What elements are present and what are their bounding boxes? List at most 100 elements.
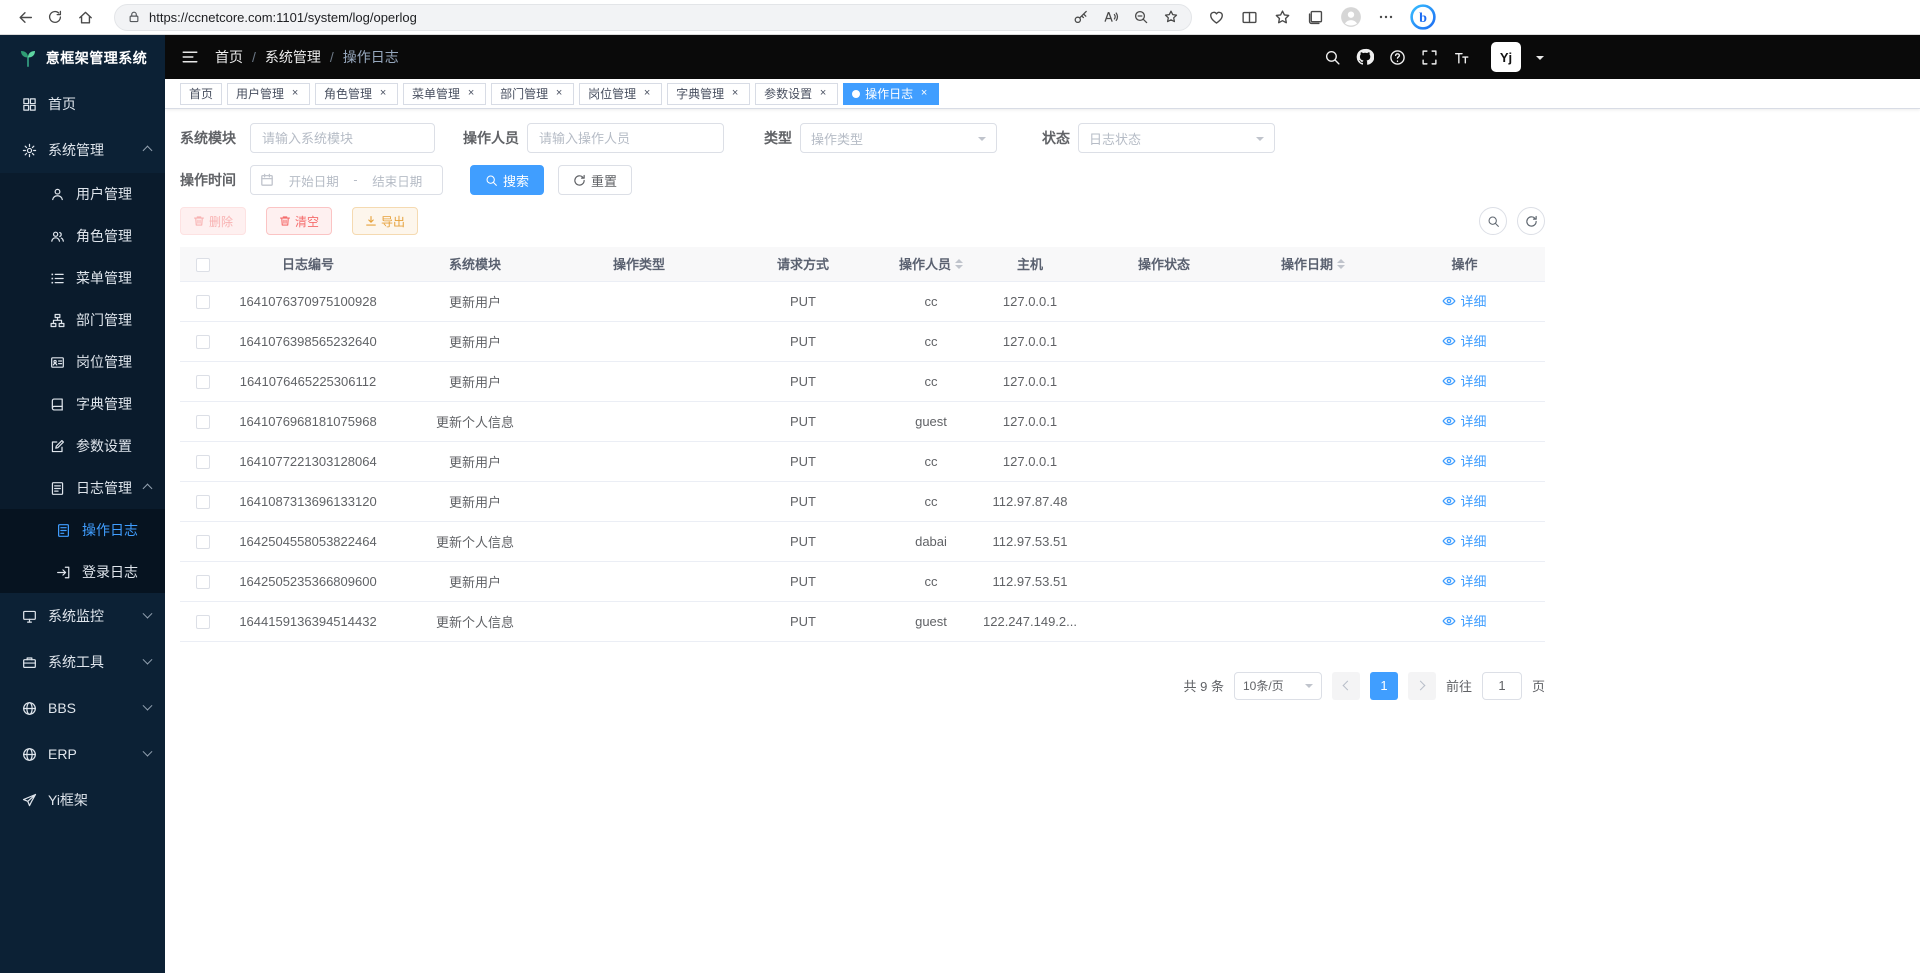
bing-discover-icon[interactable]: b: [1410, 4, 1436, 30]
settings-more-icon[interactable]: [1378, 9, 1394, 25]
row-checkbox[interactable]: [196, 335, 210, 349]
browser-essentials-icon[interactable]: [1208, 9, 1225, 26]
goto-page-input[interactable]: [1482, 672, 1522, 700]
breadcrumb-home[interactable]: 首页: [215, 47, 243, 67]
font-size-icon[interactable]: [1453, 49, 1470, 66]
close-icon[interactable]: [553, 88, 565, 100]
profile-avatar[interactable]: [1340, 6, 1362, 28]
sidebar-item-dept-mgmt[interactable]: 部门管理: [0, 299, 165, 341]
github-icon[interactable]: [1356, 48, 1374, 66]
breadcrumb-system-mgmt[interactable]: 系统管理: [265, 47, 321, 67]
tab-param-settings[interactable]: 参数设置: [755, 83, 838, 105]
close-icon[interactable]: [918, 88, 930, 100]
detail-link[interactable]: 详细: [1442, 491, 1486, 510]
close-icon[interactable]: [641, 88, 653, 100]
add-favorite-star-icon[interactable]: [1163, 9, 1179, 25]
sidebar-item-dict-mgmt[interactable]: 字典管理: [0, 383, 165, 425]
date-range-picker[interactable]: 开始日期 - 结束日期: [250, 165, 443, 195]
row-checkbox[interactable]: [196, 415, 210, 429]
fullscreen-icon[interactable]: [1421, 49, 1438, 66]
header-search-icon[interactable]: [1324, 49, 1341, 66]
close-icon[interactable]: [817, 88, 829, 100]
sidebar-item-home[interactable]: 首页: [0, 81, 165, 127]
row-checkbox[interactable]: [196, 535, 210, 549]
saved-password-key-icon[interactable]: [1073, 9, 1089, 25]
sidebar-item-operation-log[interactable]: 操作日志: [0, 509, 165, 551]
sidebar-item-erp[interactable]: ERP: [0, 731, 165, 777]
toggle-search-icon[interactable]: [1479, 207, 1507, 235]
sidebar-item-login-log[interactable]: 登录日志: [0, 551, 165, 593]
browser-back-icon[interactable]: [10, 3, 40, 31]
sidebar-item-post-mgmt[interactable]: 岗位管理: [0, 341, 165, 383]
col-operator[interactable]: 操作人员: [888, 247, 974, 281]
type-select[interactable]: 操作类型: [800, 123, 997, 153]
close-icon[interactable]: [729, 88, 741, 100]
sidebar-item-role-mgmt[interactable]: 角色管理: [0, 215, 165, 257]
select-all-checkbox[interactable]: [196, 258, 210, 272]
detail-link[interactable]: 详细: [1442, 531, 1486, 550]
zoom-out-icon[interactable]: [1133, 9, 1149, 25]
close-icon[interactable]: [289, 88, 301, 100]
collections-icon[interactable]: [1307, 9, 1324, 26]
detail-link[interactable]: 详细: [1442, 291, 1486, 310]
page-size-select[interactable]: 10条/页: [1234, 672, 1322, 700]
detail-link[interactable]: 详细: [1442, 571, 1486, 590]
detail-link[interactable]: 详细: [1442, 371, 1486, 390]
sidebar-item-log-mgmt[interactable]: 日志管理: [0, 467, 165, 509]
search-button[interactable]: 搜索: [470, 165, 544, 195]
tab-post-mgmt[interactable]: 岗位管理: [579, 83, 662, 105]
sort-carets-icon[interactable]: [1337, 255, 1345, 273]
detail-link[interactable]: 详细: [1442, 611, 1486, 630]
sidebar-item-system-tools[interactable]: 系统工具: [0, 639, 165, 685]
col-date[interactable]: 操作日期: [1242, 247, 1384, 281]
hamburger-icon[interactable]: [181, 48, 199, 66]
detail-link[interactable]: 详细: [1442, 451, 1486, 470]
tab-home[interactable]: 首页: [180, 83, 222, 105]
reset-button[interactable]: 重置: [558, 165, 632, 195]
module-input[interactable]: [250, 123, 435, 153]
tab-dept-mgmt[interactable]: 部门管理: [491, 83, 574, 105]
user-avatar[interactable]: Yj: [1491, 42, 1521, 72]
export-button[interactable]: 导出: [352, 207, 418, 235]
tab-role-mgmt[interactable]: 角色管理: [315, 83, 398, 105]
sidebar-item-menu-mgmt[interactable]: 菜单管理: [0, 257, 165, 299]
row-checkbox[interactable]: [196, 615, 210, 629]
browser-refresh-icon[interactable]: [40, 3, 70, 31]
next-page-button[interactable]: [1408, 672, 1436, 700]
sort-carets-icon[interactable]: [955, 255, 963, 273]
clear-button[interactable]: 清空: [266, 207, 332, 235]
operator-input[interactable]: [527, 123, 724, 153]
sidebar-item-bbs[interactable]: BBS: [0, 685, 165, 731]
close-icon[interactable]: [377, 88, 389, 100]
sidebar-item-system-monitor[interactable]: 系统监控: [0, 593, 165, 639]
delete-button[interactable]: 删除: [180, 207, 246, 235]
read-aloud-icon[interactable]: [1103, 9, 1119, 25]
split-screen-icon[interactable]: [1241, 9, 1258, 26]
sidebar-item-user-mgmt[interactable]: 用户管理: [0, 173, 165, 215]
page-number-button[interactable]: 1: [1370, 672, 1398, 700]
row-checkbox[interactable]: [196, 575, 210, 589]
cell-operator: cc: [888, 361, 974, 401]
prev-page-button[interactable]: [1332, 672, 1360, 700]
row-checkbox[interactable]: [196, 495, 210, 509]
detail-link[interactable]: 详细: [1442, 411, 1486, 430]
row-checkbox[interactable]: [196, 375, 210, 389]
tab-menu-mgmt[interactable]: 菜单管理: [403, 83, 486, 105]
close-icon[interactable]: [465, 88, 477, 100]
sidebar-item-system-mgmt[interactable]: 系统管理: [0, 127, 165, 173]
refresh-table-icon[interactable]: [1517, 207, 1545, 235]
sidebar-item-param-settings[interactable]: 参数设置: [0, 425, 165, 467]
browser-address-bar[interactable]: https://ccnetcore.com:1101/system/log/op…: [114, 4, 1192, 31]
chevron-down-icon[interactable]: [1536, 56, 1544, 64]
row-checkbox[interactable]: [196, 455, 210, 469]
browser-home-icon[interactable]: [70, 3, 100, 31]
detail-link[interactable]: 详细: [1442, 331, 1486, 350]
tab-operation-log[interactable]: 操作日志: [843, 83, 939, 105]
tab-user-mgmt[interactable]: 用户管理: [227, 83, 310, 105]
help-icon[interactable]: [1389, 49, 1406, 66]
favorites-icon[interactable]: [1274, 9, 1291, 26]
row-checkbox[interactable]: [196, 295, 210, 309]
status-select[interactable]: 日志状态: [1078, 123, 1275, 153]
sidebar-item-yi-framework[interactable]: Yi框架: [0, 777, 165, 823]
tab-dict-mgmt[interactable]: 字典管理: [667, 83, 750, 105]
